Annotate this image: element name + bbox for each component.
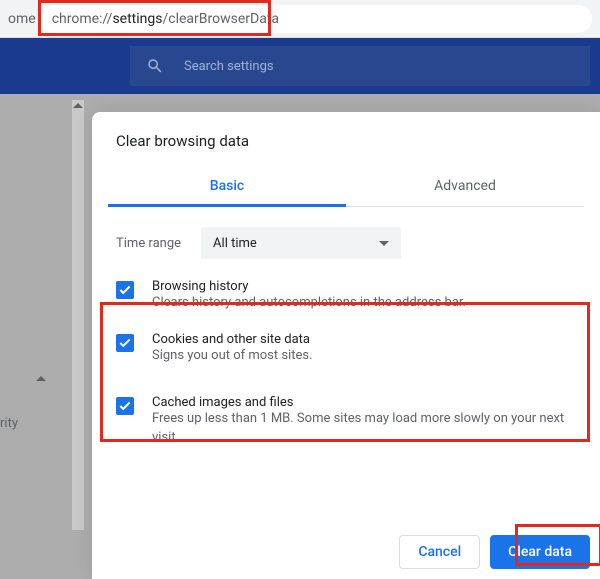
clear-data-button[interactable]: Clear data [490,535,590,569]
option-sub: Frees up less than 1 MB. Some sites may … [152,410,576,446]
option-browsing-history: Browsing history Clears history and auto… [92,269,600,322]
url-bold: settings [112,11,162,27]
dialog-tabs: Basic Advanced [108,166,584,207]
dialog-buttons: Cancel Clear data [399,535,590,569]
checkbox-cookies[interactable] [116,334,134,352]
dialog-title: Clear browsing data [92,112,600,158]
search-icon [146,57,164,75]
url-suffix: /clearBrowserData [162,11,279,27]
time-range-label: Time range [116,236,181,251]
option-sub: Signs you out of most sites. [152,347,313,365]
tab-basic[interactable]: Basic [108,166,346,207]
chevron-up-icon [73,103,83,108]
option-text: Cached images and files Frees up less th… [152,395,576,446]
tab-label-partial: ome [8,11,40,27]
checkbox-browsing-history[interactable] [116,281,134,299]
time-range-row: Time range All time [92,207,600,269]
omnibox[interactable]: chrome://settings/clearBrowserData [40,5,592,33]
settings-header: Search settings [0,38,600,94]
search-placeholder: Search settings [184,59,274,74]
option-cookies: Cookies and other site data Signs you ou… [92,322,600,375]
search-settings-input[interactable]: Search settings [130,46,590,86]
scrollbar[interactable] [72,100,84,530]
checkbox-cache[interactable] [116,397,134,415]
option-title: Cookies and other site data [152,332,313,347]
option-text: Browsing history Clears history and auto… [152,279,466,312]
option-text: Cookies and other site data Signs you ou… [152,332,313,365]
option-sub: Clears history and autocompletions in th… [152,294,466,312]
cancel-button[interactable]: Cancel [399,535,480,569]
sidebar-item-partial: rity [0,416,18,431]
chevron-down-icon [379,241,389,246]
tab-advanced[interactable]: Advanced [346,166,584,206]
chevron-up-icon[interactable] [36,376,46,381]
url-prefix: chrome:// [52,11,113,27]
time-range-value: All time [213,236,257,251]
clear-browsing-data-dialog: Clear browsing data Basic Advanced Time … [92,112,600,579]
time-range-select[interactable]: All time [201,227,401,259]
option-title: Browsing history [152,279,466,294]
browser-address-bar: ome chrome://settings/clearBrowserData [0,0,600,38]
option-cache: Cached images and files Frees up less th… [92,375,600,456]
option-title: Cached images and files [152,395,576,410]
